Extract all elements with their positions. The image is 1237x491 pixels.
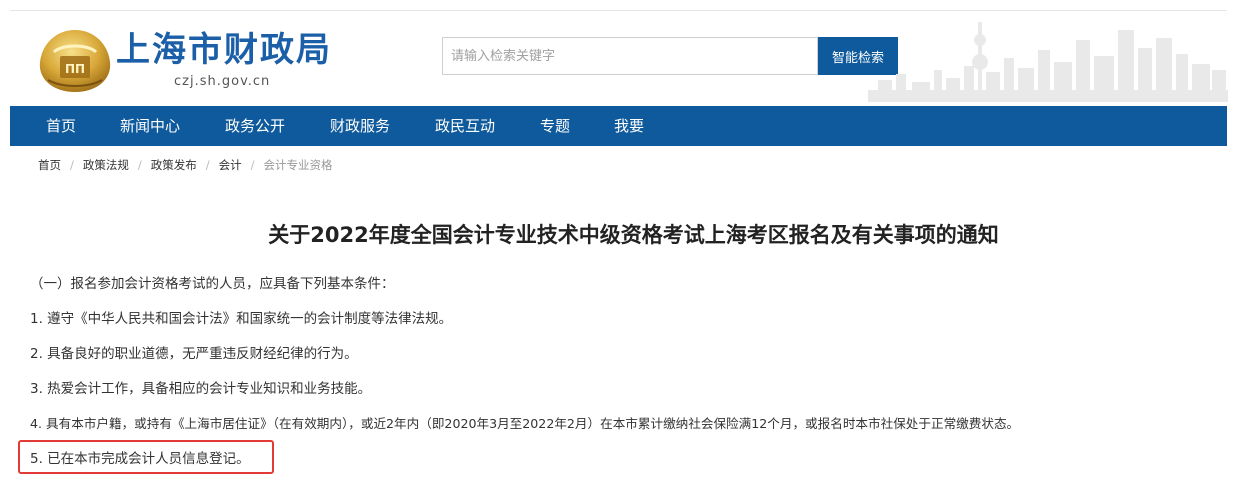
breadcrumb-item-accounting[interactable]: 会计 (219, 157, 242, 173)
breadcrumb-separator: / (70, 158, 74, 172)
breadcrumb-item-policy-release[interactable]: 政策发布 (151, 157, 197, 173)
highlight-box (18, 440, 274, 474)
nav-item-i-want[interactable]: 我要 (614, 106, 644, 146)
search-input[interactable] (443, 38, 817, 74)
article-paragraph-3: 3. 热爱会计工作，具备相应的会计专业知识和业务技能。 (30, 381, 372, 397)
article-title: 关于2022年度全国会计专业技术中级资格考试上海考区报名及有关事项的通知 (268, 223, 999, 247)
main-nav: 首页 新闻中心 政务公开 财政服务 政民互动 专题 我要 (10, 106, 1227, 146)
site-domain: czj.sh.gov.cn (174, 74, 271, 89)
breadcrumb-item-policies[interactable]: 政策法规 (83, 157, 129, 173)
nav-item-home[interactable]: 首页 (46, 106, 76, 146)
nav-item-news[interactable]: 新闻中心 (120, 106, 180, 146)
search-box (442, 37, 818, 75)
nav-item-government-affairs[interactable]: 政务公开 (225, 106, 285, 146)
svg-text:ПП: ПП (65, 62, 85, 76)
breadcrumb-separator: / (250, 158, 255, 172)
emblem-logo-icon[interactable]: ПП (36, 26, 114, 96)
city-skyline-icon (868, 22, 1228, 102)
article-paragraph-1: 1. 遵守《中华人民共和国会计法》和国家统一的会计制度等法律法规。 (30, 311, 453, 327)
article-paragraph-2: 2. 具备良好的职业道德，无严重违反财经纪律的行为。 (30, 346, 358, 362)
nav-item-topics[interactable]: 专题 (540, 106, 570, 146)
nav-item-finance-services[interactable]: 财政服务 (330, 106, 390, 146)
breadcrumb-item-home[interactable]: 首页 (38, 157, 61, 173)
article-paragraph-intro: （一）报名参加会计资格考试的人员，应具备下列基本条件： (30, 276, 395, 292)
nav-item-interaction[interactable]: 政民互动 (435, 106, 495, 146)
breadcrumb-separator: / (205, 158, 210, 172)
site-name[interactable]: 上海市财政局 (116, 30, 332, 70)
site-header: ПП 上海市财政局 czj.sh.gov.cn 智能检索 (0, 0, 1237, 106)
breadcrumb-item-current: 会计专业资格 (263, 158, 333, 172)
breadcrumb-separator: / (137, 158, 142, 172)
article-paragraph-4: 4. 具有本市户籍，或持有《上海市居住证》（在有效期内），或近2年内（即2020… (30, 416, 1020, 431)
breadcrumb: 首页 / 政策法规 / 政策发布 / 会计 / 会计专业资格 (38, 157, 333, 173)
